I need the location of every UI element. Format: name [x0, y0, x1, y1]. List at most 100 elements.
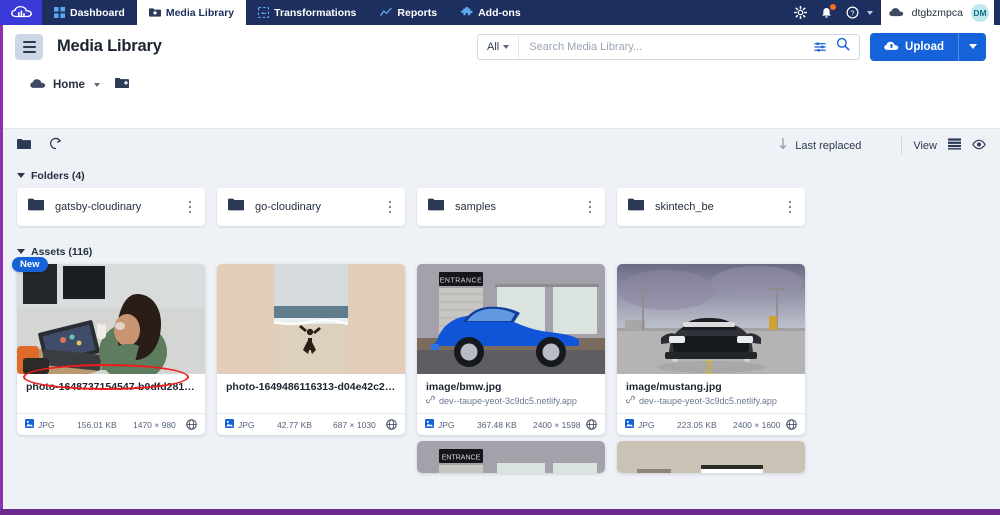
nav-label-add-ons: Add-ons: [478, 6, 521, 19]
account-chip[interactable]: dtgbzmpca DM: [880, 0, 994, 25]
puzzle-icon: [461, 6, 473, 19]
notification-bell-icon[interactable]: [815, 0, 839, 25]
cloud-icon: [888, 4, 904, 22]
toolbar-right: Last replaced View: [778, 137, 986, 155]
nav-item-media-library[interactable]: Media Library: [136, 0, 247, 25]
hamburger-menu-icon[interactable]: [15, 33, 43, 60]
asset-card[interactable]: ENTRANCE: [417, 441, 605, 473]
upload-dropdown-toggle[interactable]: [958, 32, 986, 61]
thumbnail-interior: [617, 441, 805, 473]
asset-thumbnail[interactable]: [617, 441, 805, 473]
asset-format-label: JPG: [638, 419, 655, 430]
new-folder-icon[interactable]: [114, 76, 129, 94]
gear-icon[interactable]: [789, 0, 813, 25]
asset-size: 367.48 KB: [477, 419, 517, 430]
eye-icon[interactable]: [972, 137, 986, 155]
gallery-content: Folders (4) gatsby-cloudinary go-cloudin…: [3, 162, 1000, 515]
globe-icon[interactable]: [786, 419, 797, 430]
nav-item-add-ons[interactable]: Add-ons: [449, 0, 533, 25]
assets-section-header[interactable]: Assets (116): [17, 238, 986, 260]
asset-thumbnail[interactable]: ENTRANCE: [417, 264, 605, 374]
avatar[interactable]: DM: [971, 3, 989, 22]
folder-name: samples: [455, 201, 496, 213]
search-icon[interactable]: [836, 37, 850, 56]
asset-thumbnail[interactable]: [17, 264, 205, 374]
grid-icon: [54, 7, 65, 18]
transformations-icon: [258, 7, 270, 18]
asset-format-label: JPG: [38, 419, 55, 430]
more-vertical-icon[interactable]: [786, 198, 795, 217]
folder-name: skintech_be: [655, 201, 714, 213]
asset-thumbnail[interactable]: [217, 264, 405, 374]
folder-card[interactable]: gatsby-cloudinary: [17, 188, 205, 226]
help-circle-icon[interactable]: ?: [841, 0, 865, 25]
upload-button-main[interactable]: Upload: [870, 33, 958, 61]
cloud-upload-icon: [884, 40, 899, 54]
chart-line-icon: [380, 7, 393, 18]
nav-item-dashboard[interactable]: Dashboard: [42, 0, 137, 25]
status-badge-new: New: [12, 257, 48, 272]
breadcrumb-home[interactable]: Home: [53, 79, 85, 91]
account-name: dtgbzmpca: [911, 6, 963, 19]
caret-down-icon[interactable]: [93, 82, 100, 87]
folder-icon[interactable]: [17, 137, 31, 155]
svg-text:ENTRANCE: ENTRANCE: [442, 455, 481, 462]
media-library-icon: [148, 7, 161, 18]
refresh-icon[interactable]: [49, 137, 62, 155]
asset-footer: JPG 223.05 KB 2400 × 1600: [617, 413, 805, 435]
asset-dimensions: 2400 × 1600: [733, 419, 781, 430]
globe-icon[interactable]: [586, 419, 597, 430]
asset-dimensions: 1470 × 980: [133, 419, 176, 430]
asset-card[interactable]: image/mustang.jpg dev--taupe-yeot-3c9dc5…: [617, 264, 805, 435]
chevron-down-icon[interactable]: [866, 10, 873, 15]
folder-card[interactable]: go-cloudinary: [217, 188, 405, 226]
image-file-icon: [625, 419, 634, 430]
page-wrapper: Media Library All Search Media Library..…: [0, 25, 1000, 515]
cloudinary-logo-icon[interactable]: [0, 0, 42, 25]
nav-item-transformations[interactable]: Transformations: [246, 0, 368, 25]
asset-name: photo-1648737154547-b0dfd281c51e: [26, 381, 196, 393]
globe-icon[interactable]: [186, 419, 197, 430]
upload-button-label: Upload: [905, 40, 944, 53]
thumbnail-person-laptop: [17, 264, 205, 374]
asset-thumbnail[interactable]: ENTRANCE: [417, 441, 605, 473]
divider: [901, 137, 903, 154]
toolbar-left: [17, 137, 62, 155]
search-tools: [814, 37, 859, 56]
svg-text:ENTRANCE: ENTRANCE: [440, 278, 483, 285]
nav-item-reports[interactable]: Reports: [368, 0, 449, 25]
folder-card[interactable]: samples: [417, 188, 605, 226]
folders-section-header[interactable]: Folders (4): [17, 162, 986, 184]
more-vertical-icon[interactable]: [186, 198, 195, 217]
nav-label-dashboard: Dashboard: [70, 6, 125, 19]
arrow-down-icon[interactable]: [778, 137, 788, 155]
asset-card[interactable]: [617, 441, 805, 473]
breadcrumb: Home: [3, 68, 1000, 101]
asset-card[interactable]: New photo-1648737154547-b0dfd281c51e JPG…: [12, 257, 205, 435]
filter-sliders-icon[interactable]: [814, 41, 829, 53]
asset-card[interactable]: ENTRANCE: [417, 264, 605, 435]
sort-control[interactable]: Last replaced: [778, 137, 890, 155]
search-scope-dropdown[interactable]: All: [478, 34, 520, 59]
media-library-app: Dashboard Media Library Transformations …: [0, 0, 1000, 515]
link-icon: [626, 395, 635, 406]
folder-icon: [628, 198, 645, 216]
more-vertical-icon[interactable]: [586, 198, 595, 217]
globe-icon[interactable]: [386, 419, 397, 430]
asset-thumbnail[interactable]: [617, 264, 805, 374]
nav-label-media-library: Media Library: [165, 6, 235, 19]
nav-label-transformations: Transformations: [274, 6, 357, 19]
assets-row-clipped: ENTRANCE: [17, 441, 986, 473]
asset-dimensions: 687 × 1030: [333, 419, 376, 430]
cloudinary-logo-glyph: [11, 5, 32, 17]
asset-footer: JPG 367.48 KB 2400 × 1598: [417, 413, 605, 435]
folder-card[interactable]: skintech_be: [617, 188, 805, 226]
asset-card[interactable]: photo-1649486116313-d04e42c24590 JPG 42.…: [217, 264, 405, 435]
asset-format: JPG: [425, 419, 477, 430]
list-view-icon[interactable]: [948, 137, 961, 155]
upload-button[interactable]: Upload: [870, 32, 986, 61]
more-vertical-icon[interactable]: [386, 198, 395, 217]
cloud-icon: [30, 76, 46, 94]
search-input[interactable]: [519, 34, 815, 59]
image-file-icon: [425, 419, 434, 430]
